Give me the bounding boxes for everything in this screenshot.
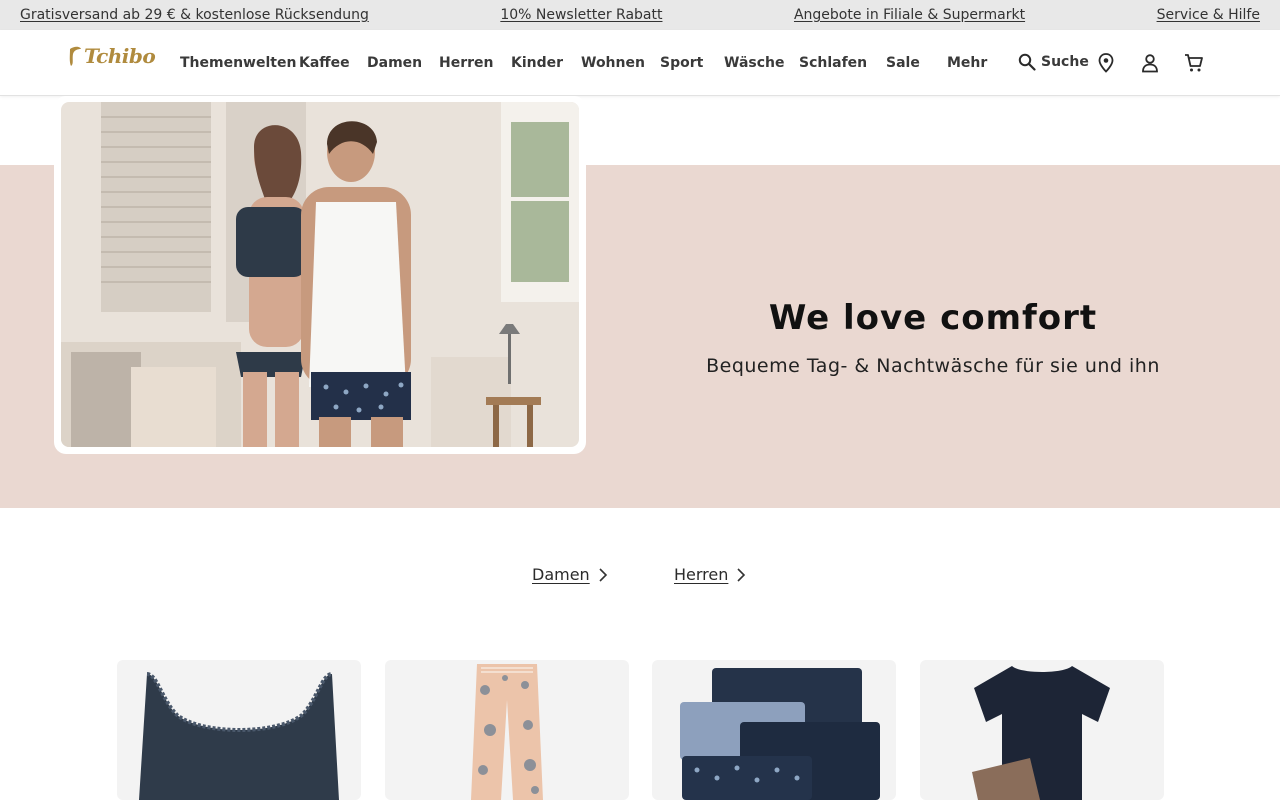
user-icon: [1142, 54, 1158, 73]
category-link-damen[interactable]: Damen: [532, 565, 608, 584]
chevron-right-icon: [599, 567, 607, 582]
account-button[interactable]: [1139, 52, 1161, 74]
logo-text: Tchibo: [84, 44, 156, 68]
newsletter-link[interactable]: 10% Newsletter Rabatt: [500, 7, 662, 23]
store-locator-button[interactable]: [1095, 52, 1117, 74]
search-button[interactable]: Suche: [1018, 53, 1089, 71]
search-icon: [1018, 53, 1036, 71]
product-tile-boxer-set[interactable]: [652, 660, 896, 800]
nav-item-kinder[interactable]: Kinder: [511, 55, 563, 71]
offers-link[interactable]: Angebote in Filiale & Supermarkt: [794, 7, 1025, 23]
promo-bar: Gratisversand ab 29 € & kostenlose Rücks…: [0, 0, 1280, 30]
nav-item-mehr[interactable]: Mehr: [947, 55, 987, 71]
chevron-right-icon: [737, 567, 746, 582]
category-link-herren[interactable]: Herren: [674, 565, 746, 584]
product-tile-crop-top[interactable]: [117, 660, 361, 800]
free-shipping-link[interactable]: Gratisversand ab 29 € & kostenlose Rücks…: [20, 7, 369, 23]
nav-item-wohnen[interactable]: Wohnen: [581, 55, 645, 71]
hero-photo-couple: [61, 102, 579, 447]
tchibo-bean-icon: [69, 46, 81, 66]
category-link-label: Damen: [532, 565, 590, 584]
nav-item-sport[interactable]: Sport: [660, 55, 703, 71]
cart-icon: [1185, 54, 1203, 72]
service-link[interactable]: Service & Hilfe: [1157, 7, 1260, 23]
nav-item-herren[interactable]: Herren: [439, 55, 493, 71]
product-image-tshirt: [972, 666, 1110, 800]
nav-item-schlafen[interactable]: Schlafen: [799, 55, 867, 71]
nav-item-waesche[interactable]: Wäsche: [724, 55, 784, 71]
nav-item-damen[interactable]: Damen: [367, 55, 422, 71]
product-image-crop-top: [139, 672, 339, 800]
cart-button[interactable]: [1183, 52, 1205, 74]
site-header: Tchibo Themenwelten Kaffee Damen Herren …: [0, 30, 1280, 96]
product-image-pajama-pants: [471, 664, 543, 800]
product-image-boxer-set: [680, 668, 880, 800]
hero-subtitle: Bequeme Tag- & Nachtwäsche für sie und i…: [706, 355, 1160, 377]
tchibo-logo[interactable]: Tchibo: [68, 44, 156, 68]
location-pin-icon: [1098, 53, 1114, 73]
hero-title: We love comfort: [768, 298, 1098, 338]
search-label: Suche: [1041, 54, 1089, 70]
nav-item-themenwelten[interactable]: Themenwelten: [180, 55, 296, 71]
category-link-label: Herren: [674, 565, 729, 584]
nav-item-sale[interactable]: Sale: [886, 55, 920, 71]
product-tile-tshirt[interactable]: [920, 660, 1164, 800]
nav-item-kaffee[interactable]: Kaffee: [299, 55, 350, 71]
hero-image[interactable]: [61, 102, 579, 447]
product-tile-pajama-pants[interactable]: [385, 660, 629, 800]
